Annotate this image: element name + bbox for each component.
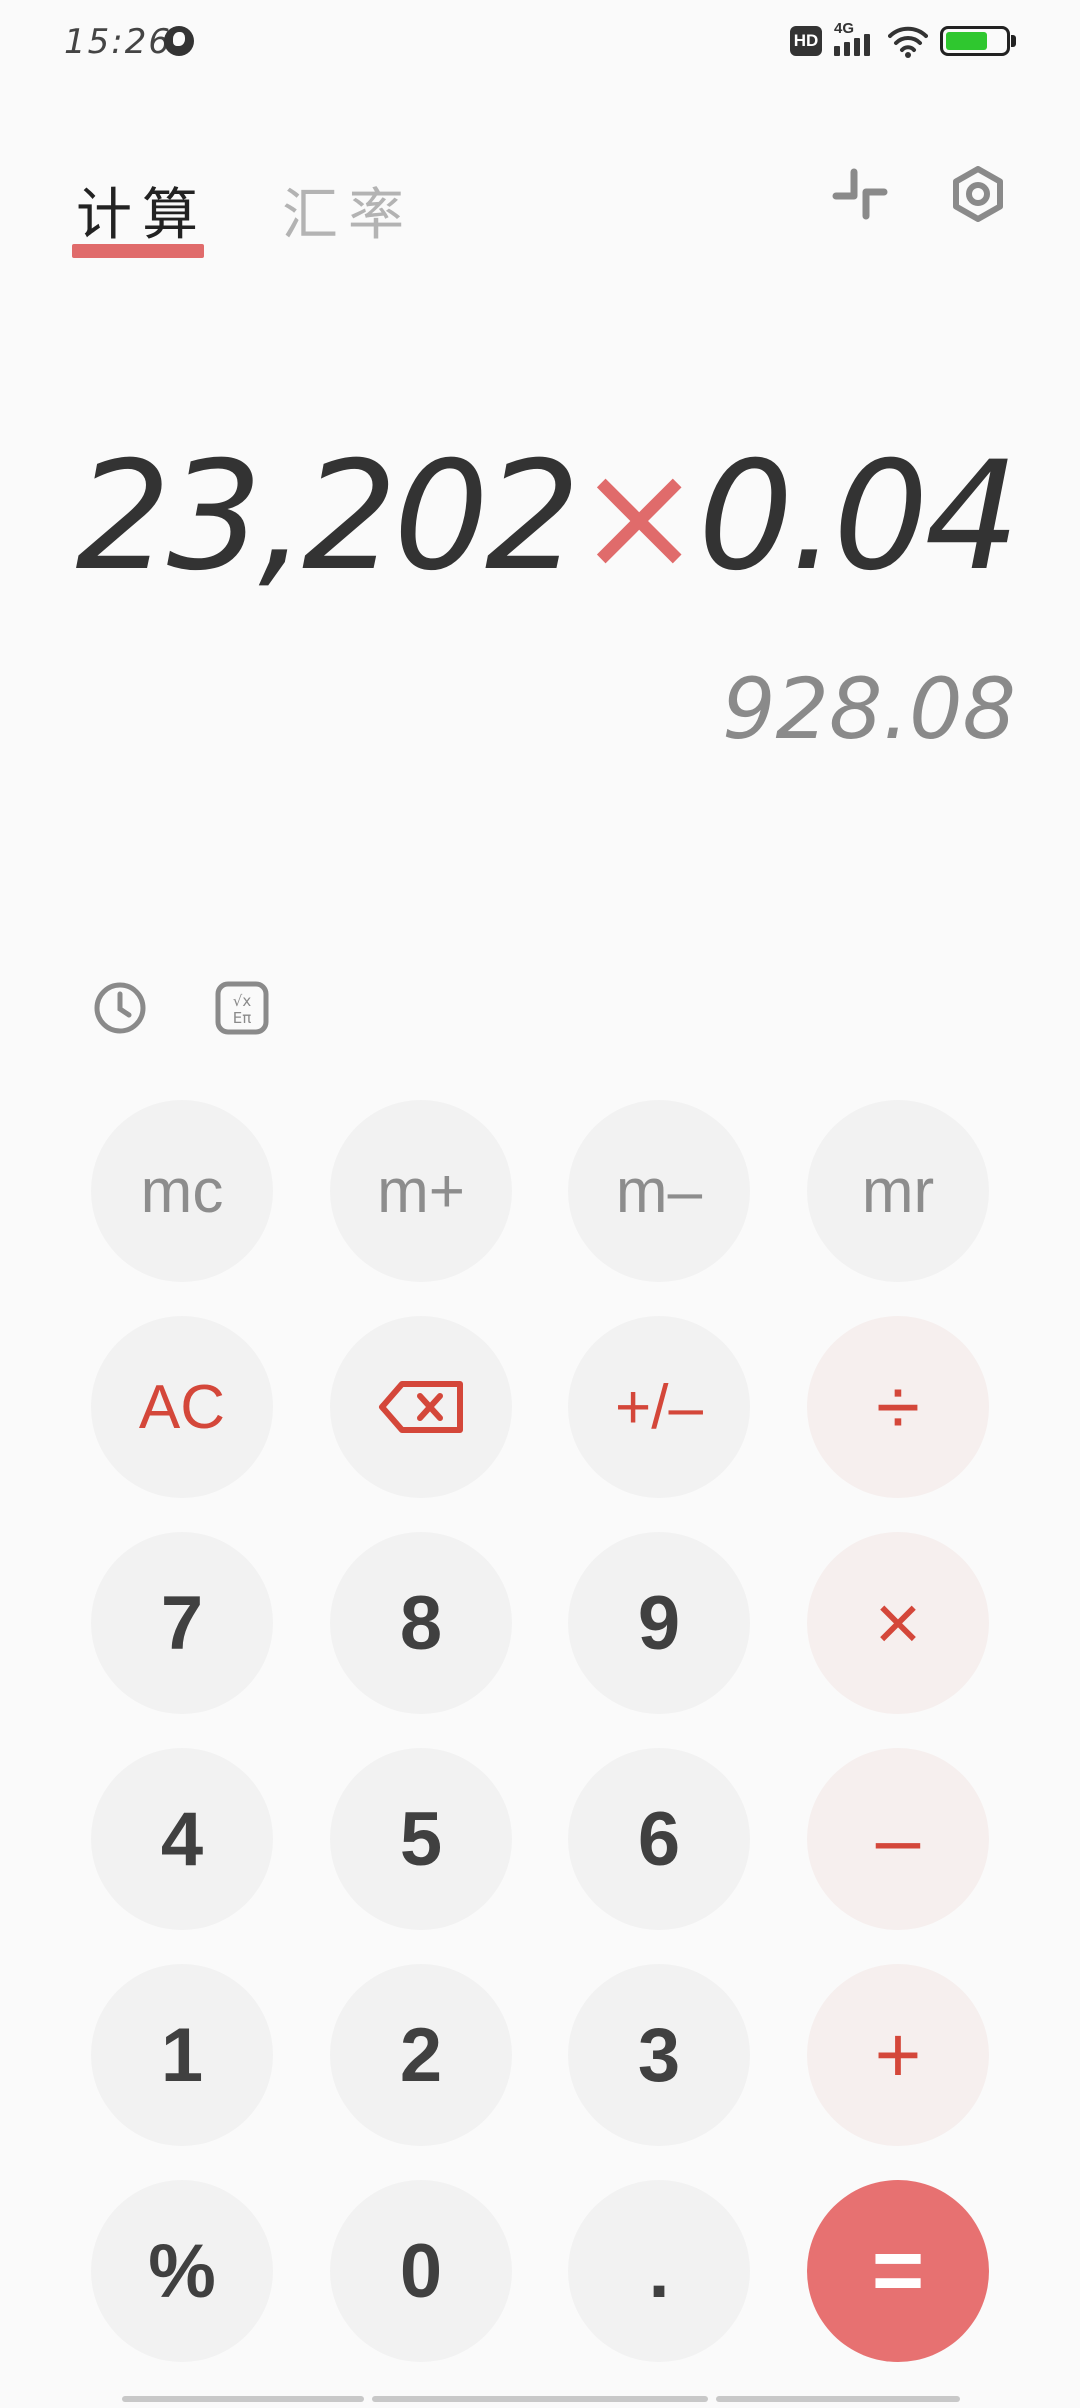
result-display: 928.08 xyxy=(722,660,1016,758)
operand-1: 23,202 xyxy=(75,430,580,604)
gesture-bar-left xyxy=(122,2396,364,2402)
svg-text:Eπ: Eπ xyxy=(233,1009,252,1027)
equals-button[interactable]: = xyxy=(807,2180,989,2362)
all-clear-button[interactable]: AC xyxy=(91,1316,273,1498)
add-button[interactable]: + xyxy=(807,1964,989,2146)
digit-3-button[interactable]: 3 xyxy=(568,1964,750,2146)
digit-7-button[interactable]: 7 xyxy=(91,1532,273,1714)
wifi-icon xyxy=(888,26,928,58)
tab-exchange-rate[interactable]: 汇率 xyxy=(282,170,414,251)
divide-button[interactable]: ÷ xyxy=(807,1316,989,1498)
operand-2: 0.04 xyxy=(698,430,1020,604)
mr-button[interactable]: mr xyxy=(807,1100,989,1282)
globe-icon xyxy=(164,26,194,56)
digit-4-button[interactable]: 4 xyxy=(91,1748,273,1930)
digit-5-button[interactable]: 5 xyxy=(330,1748,512,1930)
mc-button[interactable]: mc xyxy=(91,1100,273,1282)
gesture-bar-center xyxy=(372,2396,708,2402)
digit-0-button[interactable]: 0 xyxy=(330,2180,512,2362)
signal-icon: 4G xyxy=(834,20,882,60)
battery-icon xyxy=(940,26,1010,56)
status-time: 15:26 xyxy=(64,22,172,62)
svg-text:√x: √x xyxy=(233,992,252,1010)
subtract-button[interactable]: – xyxy=(807,1748,989,1930)
backspace-button[interactable] xyxy=(330,1316,512,1498)
backspace-icon xyxy=(379,1381,463,1433)
sign-toggle-button[interactable]: +/– xyxy=(568,1316,750,1498)
multiply-button[interactable]: × xyxy=(807,1532,989,1714)
hd-icon: HD xyxy=(790,26,822,56)
tab-calculate[interactable]: 计算 xyxy=(76,170,208,251)
battery-tip xyxy=(1011,35,1016,47)
digit-2-button[interactable]: 2 xyxy=(330,1964,512,2146)
digit-6-button[interactable]: 6 xyxy=(568,1748,750,1930)
operator: × xyxy=(576,430,702,604)
m-minus-button[interactable]: m– xyxy=(568,1100,750,1282)
settings-icon[interactable] xyxy=(948,164,1008,224)
collapse-icon[interactable] xyxy=(830,164,890,224)
digit-9-button[interactable]: 9 xyxy=(568,1532,750,1714)
active-tab-indicator xyxy=(72,244,204,258)
gesture-bar-right xyxy=(716,2396,960,2402)
decimal-point-button[interactable]: . xyxy=(568,2180,750,2362)
expression-display: 23,202×0.04 xyxy=(75,430,1020,604)
history-icon[interactable] xyxy=(90,978,150,1038)
digit-1-button[interactable]: 1 xyxy=(91,1964,273,2146)
scientific-icon[interactable]: √x Eπ xyxy=(212,978,272,1038)
network-label: 4G xyxy=(834,20,855,37)
percent-button[interactable]: % xyxy=(91,2180,273,2362)
digit-8-button[interactable]: 8 xyxy=(330,1532,512,1714)
m-plus-button[interactable]: m+ xyxy=(330,1100,512,1282)
